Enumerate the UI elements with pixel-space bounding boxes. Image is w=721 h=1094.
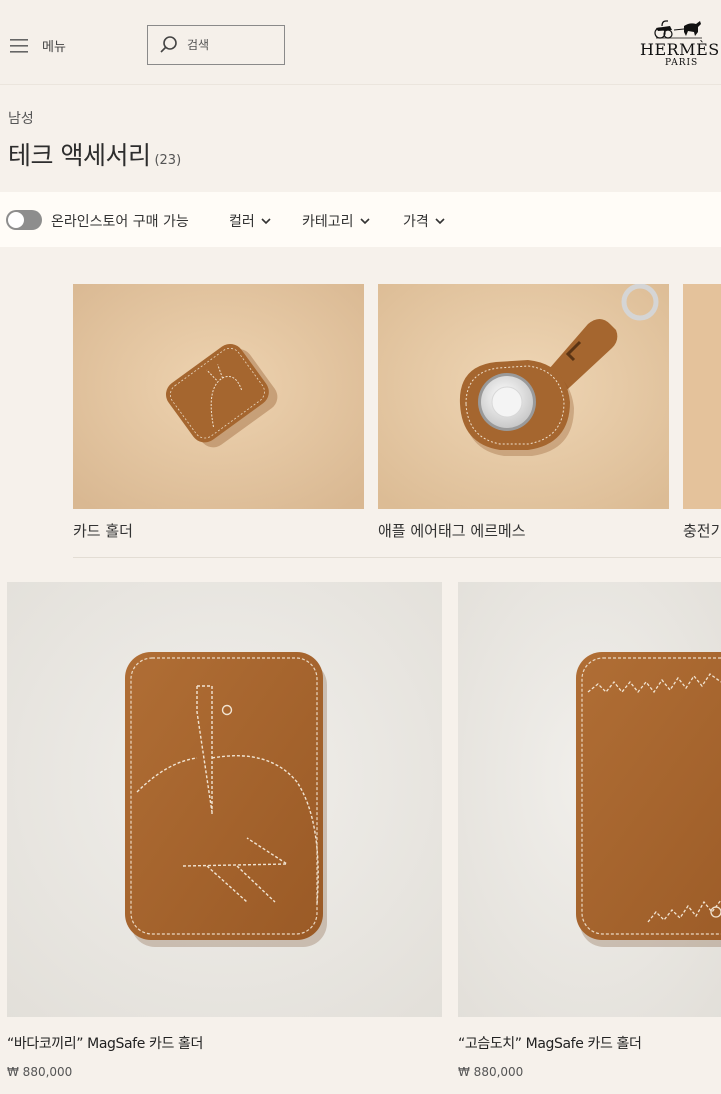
product-image-hedgehog[interactable] xyxy=(458,582,721,1017)
product-image-walrus[interactable] xyxy=(7,582,442,1017)
category-label-charger[interactable]: 충전기 xyxy=(683,520,721,541)
menu-label: 메뉴 xyxy=(42,40,66,55)
page-title: 테크 액세서리 (23) xyxy=(8,136,181,172)
logo-city: PARIS xyxy=(665,58,699,68)
online-available-label: 온라인스토어 구매 가능 xyxy=(51,214,189,230)
color-filter[interactable]: 컬러 xyxy=(229,211,271,231)
section-divider xyxy=(73,557,721,558)
category-card-image-card-holder[interactable] xyxy=(73,284,364,509)
product-name-walrus[interactable]: “바다코끼리” MagSafe 카드 홀더 xyxy=(7,1033,203,1053)
product-price-walrus: ₩ 880,000 xyxy=(7,1065,73,1079)
price-filter-label: 가격 xyxy=(403,214,429,230)
search-input[interactable] xyxy=(185,37,279,53)
card-holder-image xyxy=(73,284,364,509)
category-label-card-holder[interactable]: 카드 홀더 xyxy=(73,520,133,541)
chevron-down-icon xyxy=(435,217,445,224)
hamburger-icon xyxy=(10,38,28,53)
chevron-down-icon xyxy=(261,217,271,224)
menu-button[interactable]: 메뉴 xyxy=(10,36,66,55)
toggle-knob xyxy=(8,212,24,228)
search-icon xyxy=(160,36,177,53)
online-available-toggle[interactable] xyxy=(6,210,42,230)
category-filter-label: 카테고리 xyxy=(302,214,354,230)
page-title-text: 테크 액세서리 xyxy=(8,141,151,170)
logo-wordmark: HERMÈS xyxy=(640,40,720,59)
chevron-down-icon xyxy=(359,217,370,224)
category-card-image-charger[interactable] xyxy=(683,284,721,509)
charger-image xyxy=(683,284,721,509)
price-filter[interactable]: 가격 xyxy=(403,211,445,231)
color-filter-label: 컬러 xyxy=(229,214,255,230)
category-filter[interactable]: 카테고리 xyxy=(302,211,370,231)
hermes-logo[interactable]: HERMÈS PARIS xyxy=(632,18,721,70)
product-name-hedgehog[interactable]: “고슴도치” MagSafe 카드 홀더 xyxy=(458,1033,642,1053)
product-count: (23) xyxy=(154,153,182,168)
category-label-airtag[interactable]: 애플 에어태그 에르메스 xyxy=(378,520,526,541)
product-price-hedgehog: ₩ 880,000 xyxy=(458,1065,524,1079)
breadcrumb[interactable]: 남성 xyxy=(8,108,34,128)
category-card-image-airtag[interactable] xyxy=(378,284,669,509)
airtag-image xyxy=(378,284,669,509)
hedgehog-card-holder-image xyxy=(458,582,721,1017)
filter-bar: 온라인스토어 구매 가능 컬러 카테고리 가격 xyxy=(0,192,721,247)
search-box[interactable] xyxy=(147,25,285,65)
walrus-card-holder-image xyxy=(7,582,442,1017)
site-header: 메뉴 HERMÈS PARIS xyxy=(0,0,721,85)
carriage-icon xyxy=(654,20,702,39)
